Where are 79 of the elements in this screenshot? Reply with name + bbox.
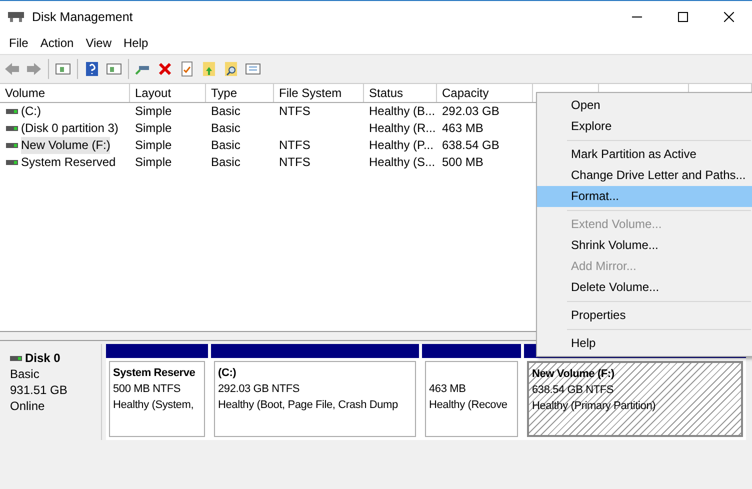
table-cell: NTFS	[279, 155, 310, 169]
table-cell: NTFS	[279, 138, 310, 152]
table-cell: Healthy (B...	[369, 104, 436, 118]
column-header[interactable]: Volume	[0, 84, 130, 102]
help-icon[interactable]	[84, 61, 100, 77]
partition-status: Healthy (System,	[113, 398, 195, 413]
partition-size: 463 MB	[429, 382, 467, 397]
drive-icon	[6, 126, 18, 131]
delete-icon[interactable]	[157, 61, 173, 77]
checklist-icon[interactable]	[179, 61, 195, 77]
disk-status: Online	[10, 398, 46, 414]
table-cell: Simple	[135, 121, 172, 135]
disk-size: 931.51 GB	[10, 382, 68, 398]
disk-type: Basic	[10, 366, 40, 382]
partition-size: 638.54 GB NTFS	[532, 383, 615, 398]
menu-item[interactable]: Help	[537, 333, 752, 354]
table-cell[interactable]: System Reserved	[21, 154, 116, 171]
table-cell: Basic	[211, 155, 240, 169]
column-header[interactable]: File System	[274, 84, 364, 102]
close-icon	[724, 12, 734, 22]
table-cell: Healthy (R...	[369, 121, 436, 135]
table-cell: 638.54 GB	[442, 138, 500, 152]
menu-item[interactable]: Format...	[537, 186, 752, 207]
window-title: Disk Management	[32, 10, 134, 24]
partition-block[interactable]: 463 MB Healthy (Recove	[425, 361, 518, 437]
menu-item[interactable]: Mark Partition as Active	[537, 144, 752, 165]
partition-status: Healthy (Recove	[429, 398, 508, 413]
table-cell: Basic	[211, 138, 240, 152]
menu-item[interactable]: Help	[118, 36, 154, 50]
menu-item[interactable]: Delete Volume...	[537, 277, 752, 298]
menu-item[interactable]: View	[80, 36, 118, 50]
table-cell: Basic	[211, 104, 240, 118]
panel-icon[interactable]	[106, 61, 122, 77]
disk-icon	[8, 10, 24, 22]
partition-status: Healthy (Primary Partition)	[532, 399, 657, 414]
table-cell: Healthy (S...	[369, 155, 436, 169]
back-icon[interactable]	[4, 61, 20, 77]
menu-item[interactable]: File	[3, 36, 34, 50]
table-cell: Healthy (P...	[369, 138, 434, 152]
table-cell: 463 MB	[442, 121, 484, 135]
menu-item[interactable]: Properties	[537, 305, 752, 326]
table-cell: NTFS	[279, 104, 310, 118]
drive-icon	[6, 160, 18, 165]
partition-name: New Volume (F:)	[532, 368, 614, 380]
menu-item[interactable]: Shrink Volume...	[537, 235, 752, 256]
table-cell: Simple	[135, 138, 172, 152]
partition-block[interactable]: (C:) 292.03 GB NTFS Healthy (Boot, Page File, Crash Dump	[214, 361, 416, 437]
folder-search-icon[interactable]	[223, 61, 239, 77]
table-cell: Simple	[135, 155, 172, 169]
disk-name: Disk 0	[25, 350, 60, 366]
table-cell[interactable]: (C:)	[21, 103, 41, 120]
column-header[interactable]: Type	[206, 84, 274, 102]
partition-name: System Reserve	[113, 367, 196, 379]
list-icon[interactable]	[245, 61, 261, 77]
table-cell: Basic	[211, 121, 240, 135]
menu-item[interactable]: Explore	[537, 116, 752, 137]
partition-status: Healthy (Boot, Page File, Crash Dump	[218, 398, 399, 413]
menu-item[interactable]: Change Drive Letter and Paths...	[537, 165, 752, 186]
table-cell: Simple	[135, 104, 172, 118]
drive-icon	[6, 143, 18, 148]
table-cell[interactable]: (Disk 0 partition 3)	[21, 120, 118, 137]
column-header[interactable]: Status	[364, 84, 437, 102]
forward-icon[interactable]	[26, 61, 42, 77]
partition-size: 292.03 GB NTFS	[218, 382, 301, 397]
partition-block[interactable]: New Volume (F:) 638.54 GB NTFS Healthy (Primary Partition)	[527, 361, 743, 437]
folder-up-icon[interactable]	[201, 61, 217, 77]
table-cell[interactable]: New Volume (F:)	[21, 137, 110, 154]
table-cell: 292.03 GB	[442, 104, 500, 118]
menu-item[interactable]: Open	[537, 95, 752, 116]
drive-icon	[6, 109, 18, 114]
partition-size: 500 MB NTFS	[113, 382, 182, 397]
menu-item[interactable]: Action	[34, 36, 80, 50]
table-cell: 500 MB	[442, 155, 484, 169]
column-header[interactable]: Layout	[130, 84, 206, 102]
panel-icon[interactable]	[55, 61, 71, 77]
partition-block[interactable]: System Reserve 500 MB NTFS Healthy (System,	[109, 361, 205, 437]
column-header[interactable]: Capacity	[437, 84, 533, 102]
partition-name: (C:)	[218, 367, 236, 379]
maximize-icon	[678, 12, 688, 22]
